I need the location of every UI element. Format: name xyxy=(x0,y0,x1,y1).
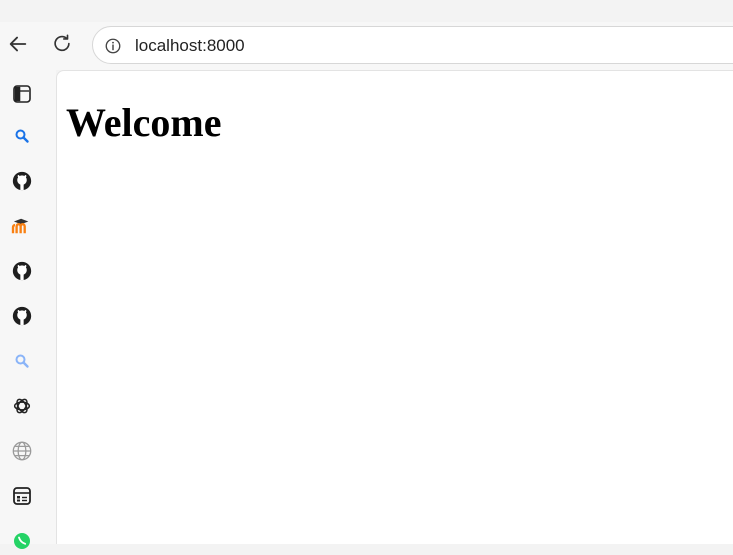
page-heading: Welcome xyxy=(66,100,222,145)
globe-icon[interactable] xyxy=(8,437,36,465)
search-icon[interactable] xyxy=(8,347,36,375)
address-bar[interactable]: localhost:8000 xyxy=(92,26,733,64)
sidebar-toggle-icon[interactable] xyxy=(8,80,36,108)
arrow-left-icon xyxy=(9,36,27,52)
whatsapp-icon[interactable] xyxy=(8,527,36,555)
address-url[interactable]: localhost:8000 xyxy=(135,36,245,56)
page-content: Welcome xyxy=(56,70,733,544)
chatgpt-icon[interactable] xyxy=(8,392,36,420)
browser-sidebar xyxy=(0,70,56,549)
back-button[interactable] xyxy=(0,26,36,62)
search-icon[interactable] xyxy=(8,122,36,150)
browser-toolbar: localhost:8000 xyxy=(0,22,733,70)
github-icon[interactable] xyxy=(8,257,36,285)
github-icon[interactable] xyxy=(8,302,36,330)
moodle-icon[interactable] xyxy=(8,212,36,240)
app-icon[interactable] xyxy=(8,482,36,510)
info-icon[interactable] xyxy=(103,36,123,56)
github-icon[interactable] xyxy=(8,167,36,195)
refresh-button[interactable] xyxy=(44,26,80,62)
refresh-icon xyxy=(54,34,70,52)
